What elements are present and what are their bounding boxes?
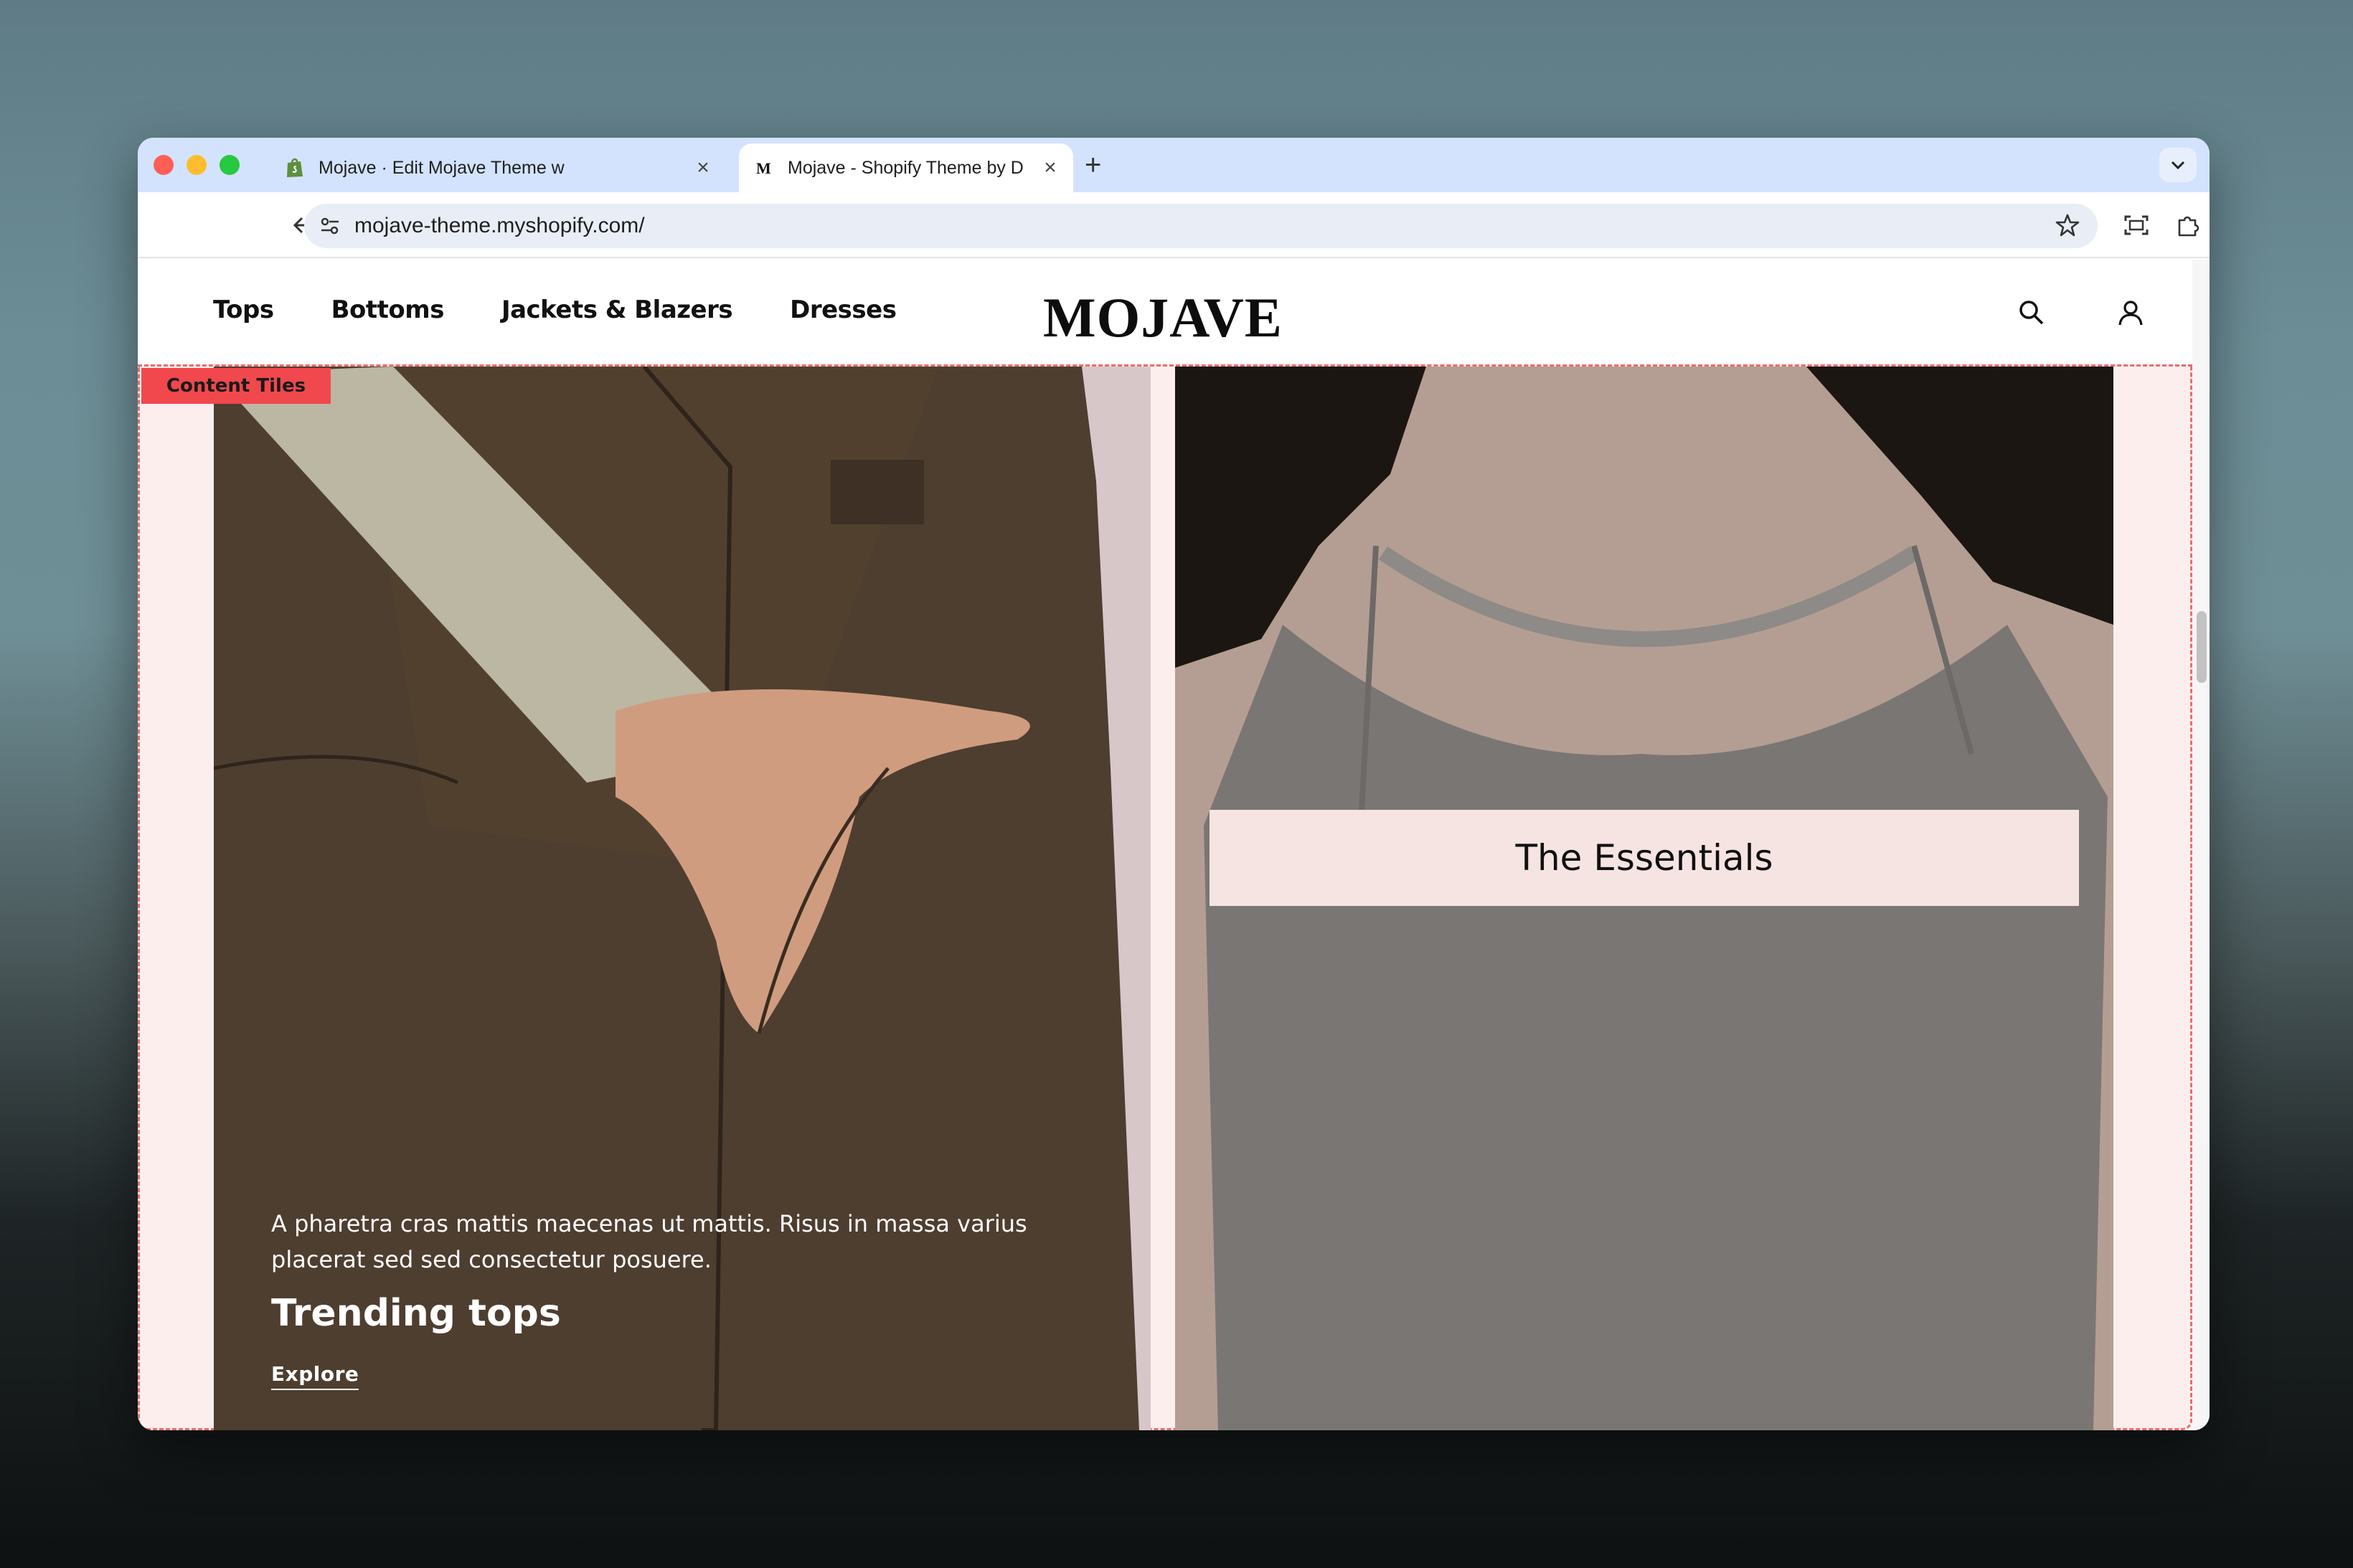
scrollbar-thumb[interactable] — [2197, 611, 2207, 683]
close-tab-icon[interactable]: × — [1037, 156, 1063, 180]
close-window-button[interactable] — [154, 155, 174, 175]
mojave-m-icon: M — [753, 157, 775, 179]
tab-title: Mojave · Edit Mojave Theme w — [319, 157, 565, 178]
tab-mojave-store[interactable]: M Mojave - Shopify Theme by D × — [739, 143, 1073, 192]
nav-link-tops[interactable]: Tops — [213, 296, 274, 324]
content-tile-trending-tops[interactable]: A pharetra cras mattis maecenas ut matti… — [214, 367, 1151, 1430]
tile-banner-heading: The Essentials — [1209, 810, 2079, 906]
main-nav: Tops Bottoms Jackets & Blazers Dresses — [213, 296, 897, 324]
nav-link-dresses[interactable]: Dresses — [790, 296, 897, 324]
url-text: mojave-theme.myshopify.com/ — [354, 214, 645, 237]
search-icon[interactable] — [2013, 294, 2050, 331]
tile-heading: Trending tops — [271, 1292, 561, 1335]
page-scrollbar[interactable] — [2192, 260, 2210, 1430]
tab-search-chevron-icon[interactable] — [2159, 148, 2197, 182]
explore-link[interactable]: Explore — [271, 1362, 359, 1390]
minimize-window-button[interactable] — [187, 155, 207, 175]
tile-description: A pharetra cras mattis maecenas ut matti… — [271, 1210, 1027, 1273]
site-logo[interactable]: MOJAVE — [1043, 285, 1283, 350]
maximize-window-button[interactable] — [220, 155, 240, 175]
account-icon[interactable] — [2112, 294, 2149, 331]
bookmark-star-icon[interactable] — [2055, 212, 2080, 242]
browser-window: Mojave · Edit Mojave Theme w × M Mojave … — [138, 138, 2210, 1430]
tab-title: Mojave - Shopify Theme by D — [788, 157, 1024, 178]
tab-strip: Mojave · Edit Mojave Theme w × M Mojave … — [138, 138, 2210, 192]
screen-capture-icon[interactable] — [2121, 209, 2152, 241]
new-tab-button[interactable]: + — [1085, 149, 1101, 181]
section-label-badge: Content Tiles — [141, 368, 331, 404]
content-tile-essentials[interactable]: The Essentials — [1175, 367, 2113, 1430]
nav-link-jackets-blazers[interactable]: Jackets & Blazers — [501, 296, 733, 324]
site-header: Tops Bottoms Jackets & Blazers Dresses M… — [138, 260, 2192, 364]
browser-toolbar: mojave-theme.myshopify.com/ — [138, 192, 2210, 258]
tab-shopify-editor[interactable]: Mojave · Edit Mojave Theme w × — [260, 143, 726, 192]
web-page: Tops Bottoms Jackets & Blazers Dresses M… — [138, 260, 2210, 1430]
extensions-puzzle-icon[interactable] — [2172, 209, 2204, 241]
site-settings-icon[interactable] — [319, 214, 341, 241]
close-tab-icon[interactable]: × — [690, 156, 716, 180]
nav-link-bottoms[interactable]: Bottoms — [331, 296, 445, 324]
content-tiles-section: A pharetra cras mattis maecenas ut matti… — [138, 364, 2192, 1430]
shopify-bag-icon — [284, 157, 306, 179]
svg-text:M: M — [756, 159, 771, 177]
address-bar[interactable]: mojave-theme.myshopify.com/ — [304, 204, 2098, 248]
